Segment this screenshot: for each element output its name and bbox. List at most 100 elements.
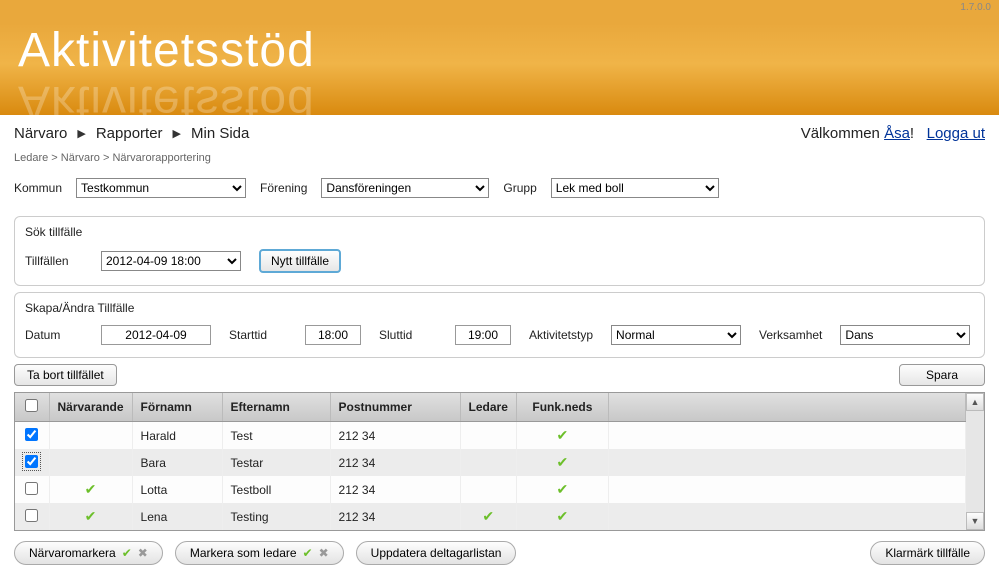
header-postnummer[interactable]: Postnummer (330, 393, 460, 422)
app-title-reflection: Aktivitetsstöd (18, 75, 315, 115)
app-title: Aktivitetsstöd (18, 23, 315, 78)
attendance-table: Närvarande Förnamn Efternamn Postnummer … (15, 393, 966, 530)
action-bar: Ta bort tillfället Spara (0, 364, 999, 386)
skapa-title: Skapa/Ändra Tillfälle (25, 301, 974, 315)
cell-efternamn: Testboll (222, 476, 330, 503)
header-select-all[interactable] (15, 393, 49, 422)
narvaromarkera-label: Närvaromarkera (29, 546, 116, 560)
cell-spacer (608, 503, 965, 530)
nytt-tillfalle-button[interactable]: Nytt tillfälle (259, 249, 341, 273)
welcome-suffix: ! (910, 125, 914, 142)
narvaromarkera-button[interactable]: Närvaromarkera ✔ ✖ (14, 541, 163, 565)
datum-label: Datum (25, 328, 83, 342)
kommun-label: Kommun (14, 181, 62, 195)
cell-fornamn: Lotta (132, 476, 222, 503)
x-icon: ✖ (319, 546, 329, 560)
check-icon: ✔ (482, 508, 494, 524)
filter-bar: Kommun Testkommun Förening Dansföreninge… (0, 174, 999, 210)
header-ledare[interactable]: Ledare (460, 393, 516, 422)
tabort-button[interactable]: Ta bort tillfället (14, 364, 117, 386)
table-row: ✔ LenaTesting212 34 ✔ ✔ (15, 503, 966, 530)
header-efternamn[interactable]: Efternamn (222, 393, 330, 422)
cell-efternamn: Testing (222, 503, 330, 530)
tillfallen-label: Tillfällen (25, 254, 83, 268)
table-row: BaraTestar212 34 ✔ (15, 449, 966, 476)
cell-postnummer: 212 34 (330, 476, 460, 503)
markera-ledare-button[interactable]: Markera som ledare ✔ ✖ (175, 541, 344, 565)
check-icon: ✔ (85, 481, 97, 497)
header-funkneds[interactable]: Funk.neds (516, 393, 608, 422)
check-icon: ✔ (122, 546, 132, 560)
aktivitetstyp-label: Aktivitetstyp (529, 328, 593, 342)
tillfallen-select[interactable]: 2012-04-09 18:00 (101, 251, 241, 271)
starttid-input[interactable] (305, 325, 361, 345)
grupp-select[interactable]: Lek med boll (551, 178, 719, 198)
chevron-right-icon: ▶ (173, 127, 181, 140)
cell-spacer (608, 449, 965, 476)
nav-narvaro[interactable]: Närvaro (14, 125, 67, 142)
check-icon: ✔ (557, 454, 569, 470)
logout-link[interactable]: Logga ut (927, 125, 985, 142)
starttid-label: Starttid (229, 328, 287, 342)
table-row: HaraldTest212 34 ✔ (15, 422, 966, 450)
cell-postnummer: 212 34 (330, 422, 460, 450)
select-all-checkbox[interactable] (25, 399, 38, 412)
datum-input[interactable] (101, 325, 211, 345)
kommun-select[interactable]: Testkommun (76, 178, 246, 198)
sluttid-label: Sluttid (379, 328, 437, 342)
sluttid-input[interactable] (455, 325, 511, 345)
banner: Aktivitetsstöd Aktivitetsstöd (0, 13, 999, 115)
nav-min-sida[interactable]: Min Sida (191, 125, 249, 142)
bottom-action-bar: Närvaromarkera ✔ ✖ Markera som ledare ✔ … (0, 531, 999, 575)
cell-spacer (608, 422, 965, 450)
breadcrumb: Ledare > Närvaro > Närvarorapportering (0, 148, 999, 174)
nav-rapporter[interactable]: Rapporter (96, 125, 163, 142)
sok-title: Sök tillfälle (25, 225, 974, 239)
row-checkbox[interactable] (25, 482, 38, 495)
chevron-right-icon: ▶ (77, 127, 85, 140)
cell-fornamn: Bara (132, 449, 222, 476)
check-icon: ✔ (557, 427, 569, 443)
spara-button[interactable]: Spara (899, 364, 985, 386)
scroll-up-icon[interactable]: ▲ (966, 393, 984, 411)
row-checkbox[interactable] (25, 455, 38, 468)
welcome-text: Välkommen Åsa! Logga ut (801, 125, 985, 142)
grupp-label: Grupp (503, 181, 536, 195)
table-row: ✔ LottaTestboll212 34 ✔ (15, 476, 966, 503)
sok-panel: Sök tillfälle Tillfällen 2012-04-09 18:0… (14, 216, 985, 286)
markera-ledare-label: Markera som ledare (190, 546, 297, 560)
check-icon: ✔ (85, 508, 97, 524)
row-checkbox[interactable] (25, 509, 38, 522)
uppdatera-button[interactable]: Uppdatera deltagarlistan (356, 541, 517, 565)
header-spacer (608, 393, 965, 422)
header-fornamn[interactable]: Förnamn (132, 393, 222, 422)
cell-postnummer: 212 34 (330, 503, 460, 530)
forening-select[interactable]: Dansföreningen (321, 178, 489, 198)
x-icon: ✖ (138, 546, 148, 560)
welcome-prefix: Välkommen (801, 125, 884, 142)
cell-fornamn: Harald (132, 422, 222, 450)
forening-label: Förening (260, 181, 307, 195)
aktivitetstyp-select[interactable]: Normal (611, 325, 741, 345)
cell-spacer (608, 476, 965, 503)
scrollbar-track[interactable]: ▲ ▼ (966, 393, 984, 530)
verksamhet-select[interactable]: Dans (840, 325, 970, 345)
cell-fornamn: Lena (132, 503, 222, 530)
user-link[interactable]: Åsa (884, 125, 910, 142)
cell-postnummer: 212 34 (330, 449, 460, 476)
cell-efternamn: Test (222, 422, 330, 450)
verksamhet-label: Verksamhet (759, 328, 822, 342)
cell-efternamn: Testar (222, 449, 330, 476)
skapa-panel: Skapa/Ändra Tillfälle Datum Starttid Slu… (14, 292, 985, 358)
table-container: ▲ ▼ Närvarande Förnamn Efternamn Postnum… (14, 392, 985, 531)
row-checkbox[interactable] (25, 428, 38, 441)
scroll-down-icon[interactable]: ▼ (966, 512, 984, 530)
check-icon: ✔ (557, 508, 569, 524)
check-icon: ✔ (557, 481, 569, 497)
version-label: 1.7.0.0 (0, 0, 999, 13)
header-narvarande[interactable]: Närvarande (49, 393, 132, 422)
klarmark-button[interactable]: Klarmärk tillfälle (870, 541, 985, 565)
check-icon: ✔ (303, 546, 313, 560)
topbar: Närvaro ▶ Rapporter ▶ Min Sida Välkommen… (0, 115, 999, 148)
top-nav: Närvaro ▶ Rapporter ▶ Min Sida (14, 125, 249, 142)
